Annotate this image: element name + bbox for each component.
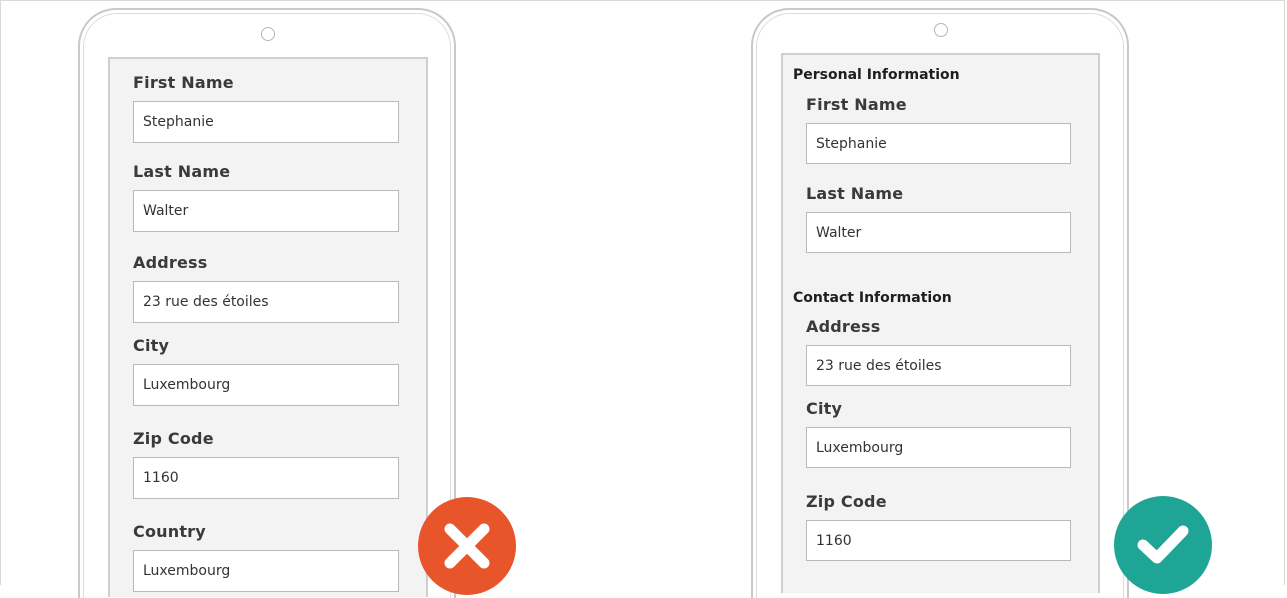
- zip-code-label: Zip Code: [133, 429, 214, 448]
- zip-code-field[interactable]: 1160: [806, 520, 1071, 561]
- city-field[interactable]: Luxembourg: [133, 364, 399, 406]
- zip-code-field[interactable]: 1160: [133, 457, 399, 499]
- address-label: Address: [133, 253, 208, 272]
- city-label: City: [806, 399, 843, 418]
- first-name-label: First Name: [133, 73, 234, 92]
- first-name-label: First Name: [806, 95, 907, 114]
- last-name-label: Last Name: [133, 162, 231, 181]
- section-personal-information: Personal Information: [793, 67, 960, 83]
- city-label: City: [133, 336, 170, 355]
- address-field[interactable]: 23 rue des étoiles: [133, 281, 399, 323]
- last-name-label: Last Name: [806, 184, 904, 203]
- first-name-field[interactable]: Stephanie: [133, 101, 399, 143]
- address-field[interactable]: 23 rue des étoiles: [806, 345, 1071, 386]
- address-label: Address: [806, 317, 881, 336]
- last-name-field[interactable]: Walter: [133, 190, 399, 232]
- section-contact-information: Contact Information: [793, 290, 952, 306]
- x-mark-icon: [418, 497, 516, 595]
- zip-code-label: Zip Code: [806, 492, 887, 511]
- last-name-field[interactable]: Walter: [806, 212, 1071, 253]
- check-mark-icon: [1114, 496, 1212, 594]
- first-name-field[interactable]: Stephanie: [806, 123, 1071, 164]
- camera-icon: [934, 23, 948, 37]
- camera-icon: [261, 27, 275, 41]
- city-field[interactable]: Luxembourg: [806, 427, 1071, 468]
- country-field[interactable]: Luxembourg: [133, 550, 399, 592]
- country-label: Country: [133, 522, 206, 541]
